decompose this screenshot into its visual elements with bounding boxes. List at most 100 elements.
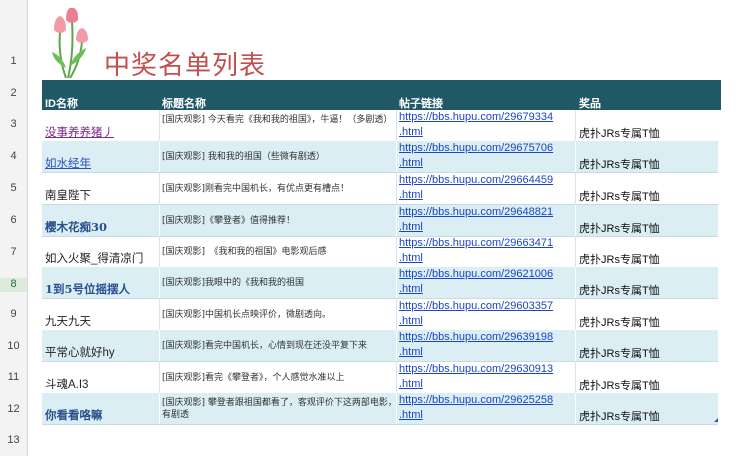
row-number[interactable]: 6 bbox=[0, 214, 27, 228]
column-separator bbox=[575, 330, 576, 361]
cell-prize[interactable]: 虎扑JRs专属T恤 bbox=[579, 251, 660, 267]
cell-title[interactable]: [国庆观影]刚看完中国机长，有优点更有槽点！ bbox=[162, 183, 398, 195]
column-separator bbox=[396, 330, 397, 361]
link-line-1[interactable]: https://bbs.hupu.com/29663471 bbox=[399, 236, 575, 251]
link-line-1[interactable]: https://bbs.hupu.com/29675706 bbox=[399, 141, 575, 156]
link-line-2[interactable]: .html bbox=[399, 220, 575, 235]
link-line-2[interactable]: .html bbox=[399, 345, 575, 360]
cell-link[interactable]: https://bbs.hupu.com/29625258 .html bbox=[399, 393, 575, 423]
cell-id[interactable]: 你看看咯嘛 bbox=[45, 407, 103, 423]
column-separator bbox=[159, 141, 160, 172]
cell-id[interactable]: 樱木花痴30 bbox=[45, 219, 107, 235]
link-line-2[interactable]: .html bbox=[399, 125, 575, 140]
cell-prize[interactable]: 虎扑JRs专属T恤 bbox=[579, 345, 660, 361]
cell-title[interactable]: [国庆观影]我眼中的《我和我的祖国 bbox=[162, 277, 398, 289]
link-line-1[interactable]: https://bbs.hupu.com/29621006 bbox=[399, 267, 575, 282]
row-number[interactable]: 5 bbox=[0, 182, 27, 196]
cell-link[interactable]: https://bbs.hupu.com/29630913 .html bbox=[399, 362, 575, 392]
column-separator bbox=[396, 141, 397, 172]
row-number[interactable]: 7 bbox=[0, 246, 27, 260]
column-separator bbox=[575, 267, 576, 298]
cell-prize[interactable]: 虎扑JRs专属T恤 bbox=[579, 377, 660, 393]
column-separator bbox=[396, 173, 397, 204]
cell-prize[interactable]: 虎扑JRs专属T恤 bbox=[579, 282, 660, 298]
row-number[interactable]: 3 bbox=[0, 118, 27, 132]
cell-title[interactable]: [国庆观影]看完中国机长，心情到现在还没平复下来 bbox=[162, 340, 398, 352]
link-line-2[interactable]: .html bbox=[399, 408, 575, 423]
column-separator bbox=[396, 299, 397, 330]
cell-prize[interactable]: 虎扑JRs专属T恤 bbox=[579, 408, 660, 424]
link-line-2[interactable]: .html bbox=[399, 282, 575, 297]
fill-handle[interactable] bbox=[714, 418, 718, 422]
link-line-2[interactable]: .html bbox=[399, 188, 575, 203]
link-line-1[interactable]: https://bbs.hupu.com/29630913 bbox=[399, 362, 575, 377]
cell-title[interactable]: [国庆观影] 《我和我的祖国》电影观后感 bbox=[162, 246, 398, 258]
link-line-1[interactable]: https://bbs.hupu.com/29648821 bbox=[399, 205, 575, 220]
table-row: 樱木花痴30 [国庆观影]《攀登者》值得推荐！ https://bbs.hupu.c… bbox=[42, 205, 718, 237]
table-header: ID名称 标题名称 帖子链接 奖品 bbox=[42, 80, 721, 110]
column-separator bbox=[159, 330, 160, 361]
table-row: 如入火聚_得清凉门 [国庆观影] 《我和我的祖国》电影观后感 https://bbs… bbox=[42, 236, 718, 268]
row-number[interactable]: 9 bbox=[0, 308, 27, 322]
link-line-2[interactable]: .html bbox=[399, 251, 575, 266]
cell-link[interactable]: https://bbs.hupu.com/29679334 .html bbox=[399, 110, 575, 140]
table-row: 九天九天 [国庆观影]中国机长点映评价，微剧透向。 https://bbs.hupu… bbox=[42, 299, 718, 331]
row-number[interactable]: 12 bbox=[0, 403, 27, 417]
cell-link[interactable]: https://bbs.hupu.com/29603357 .html bbox=[399, 299, 575, 329]
table-row: 南皇陛下 [国庆观影]刚看完中国机长，有优点更有槽点！ https://bbs.hu… bbox=[42, 173, 718, 205]
column-separator bbox=[575, 236, 576, 267]
cell-title[interactable]: [国庆观影]《攀登者》值得推荐！ bbox=[162, 215, 398, 227]
cell-prize[interactable]: 虎扑JRs专属T恤 bbox=[579, 125, 660, 141]
cell-link[interactable]: https://bbs.hupu.com/29648821 .html bbox=[399, 205, 575, 235]
cell-id[interactable]: 如入火聚_得清凉门 bbox=[45, 250, 143, 266]
column-separator bbox=[575, 362, 576, 393]
link-line-1[interactable]: https://bbs.hupu.com/29664459 bbox=[399, 173, 575, 188]
cell-link[interactable]: https://bbs.hupu.com/29621006 .html bbox=[399, 267, 575, 297]
row-number[interactable]: 11 bbox=[0, 371, 27, 385]
table-row: 斗魂A.I3 [国庆观影]看完《攀登者》，个人感觉水准以上 https://bbs.… bbox=[42, 362, 718, 394]
cell-link[interactable]: https://bbs.hupu.com/29663471 .html bbox=[399, 236, 575, 266]
column-separator bbox=[396, 267, 397, 298]
link-line-2[interactable]: .html bbox=[399, 314, 575, 329]
row-number[interactable]: 2 bbox=[0, 87, 27, 101]
link-line-1[interactable]: https://bbs.hupu.com/29679334 bbox=[399, 110, 575, 125]
column-separator bbox=[396, 205, 397, 236]
cell-prize[interactable]: 虎扑JRs专属T恤 bbox=[579, 314, 660, 330]
row-number[interactable]: 13 bbox=[0, 434, 27, 448]
row-number[interactable]: 8 bbox=[0, 278, 27, 292]
link-line-2[interactable]: .html bbox=[399, 156, 575, 171]
header-prize: 奖品 bbox=[579, 98, 601, 110]
cell-title[interactable]: [国庆观影] 我和我的祖国（些微有剧透） bbox=[162, 151, 398, 163]
cell-title[interactable]: [国庆观影]中国机长点映评价，微剧透向。 bbox=[162, 309, 398, 321]
header-title: 标题名称 bbox=[162, 98, 206, 110]
cell-prize[interactable]: 虎扑JRs专属T恤 bbox=[579, 220, 660, 236]
row-number[interactable]: 1 bbox=[0, 55, 27, 69]
column-separator bbox=[396, 393, 397, 424]
cell-title[interactable]: [国庆观影] 今天看完《我和我的祖国》，牛逼！（多剧透） bbox=[162, 114, 398, 126]
cell-link[interactable]: https://bbs.hupu.com/29639198 .html bbox=[399, 330, 575, 360]
header-id: ID名称 bbox=[45, 98, 78, 110]
cell-id[interactable]: 南皇陛下 bbox=[45, 187, 91, 203]
column-separator bbox=[159, 173, 160, 204]
column-separator bbox=[396, 110, 397, 141]
cell-id[interactable]: 没事养养猪丿 bbox=[45, 124, 114, 140]
cell-link[interactable]: https://bbs.hupu.com/29675706 .html bbox=[399, 141, 575, 171]
link-line-1[interactable]: https://bbs.hupu.com/29603357 bbox=[399, 299, 575, 314]
link-line-1[interactable]: https://bbs.hupu.com/29625258 bbox=[399, 393, 575, 408]
row-number[interactable]: 4 bbox=[0, 150, 27, 164]
row-number[interactable]: 10 bbox=[0, 340, 27, 354]
cell-id[interactable]: 1到5号位摇摆人 bbox=[45, 281, 130, 297]
cell-link[interactable]: https://bbs.hupu.com/29664459 .html bbox=[399, 173, 575, 203]
cell-prize[interactable]: 虎扑JRs专属T恤 bbox=[579, 156, 660, 172]
cell-id[interactable]: 如水经年 bbox=[45, 155, 91, 171]
tulip-decoration bbox=[52, 8, 88, 79]
column-separator bbox=[575, 141, 576, 172]
cell-id[interactable]: 斗魂A.I3 bbox=[45, 376, 88, 392]
link-line-1[interactable]: https://bbs.hupu.com/29639198 bbox=[399, 330, 575, 345]
cell-id[interactable]: 九天九天 bbox=[45, 313, 91, 329]
cell-title[interactable]: [国庆观影] 攀登者跟祖国都看了，客观评价下这两部电影，有剧透 bbox=[162, 397, 398, 421]
link-line-2[interactable]: .html bbox=[399, 377, 575, 392]
cell-title[interactable]: [国庆观影]看完《攀登者》，个人感觉水准以上 bbox=[162, 372, 398, 384]
cell-prize[interactable]: 虎扑JRs专属T恤 bbox=[579, 188, 660, 204]
cell-id[interactable]: 平常心就好hy bbox=[45, 344, 115, 360]
